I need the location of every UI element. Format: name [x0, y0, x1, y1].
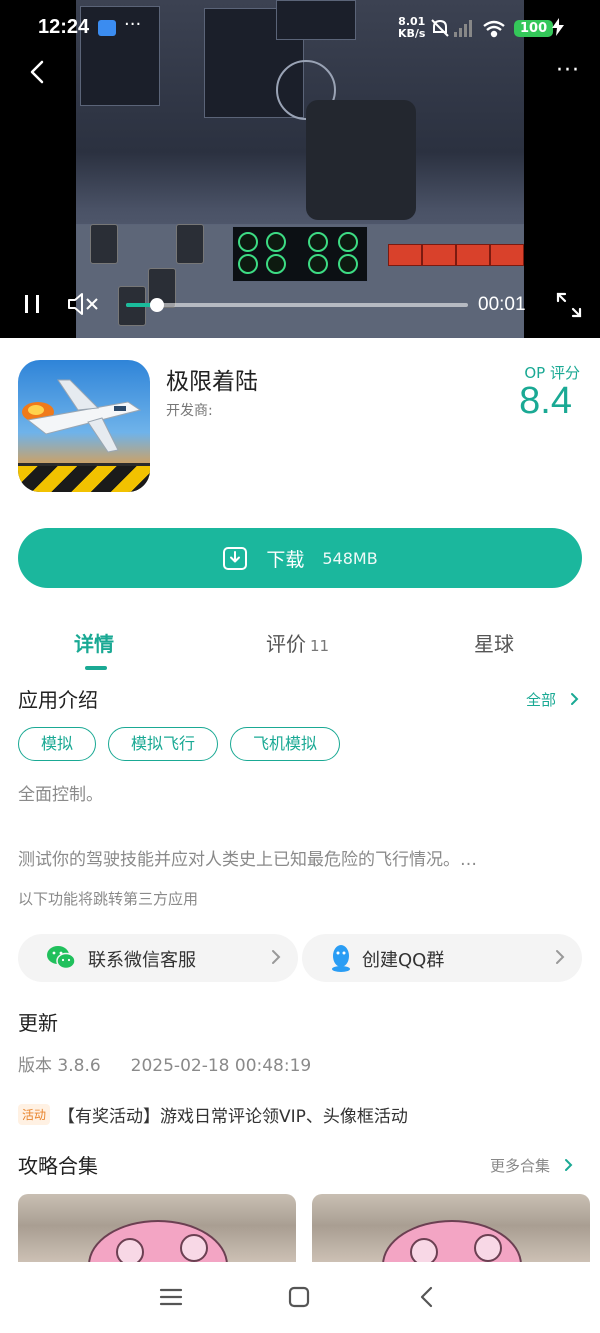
video-controls: 00:01	[0, 284, 600, 324]
chevron-right-icon	[570, 693, 579, 705]
qq-icon	[332, 945, 350, 972]
developer-label: 开发商:	[166, 403, 213, 419]
tab-reviews[interactable]: 评价 11	[266, 628, 329, 657]
wechat-icon	[47, 946, 76, 970]
net-speed-unit: KB/s	[398, 27, 426, 40]
tab-reviews-label: 评价	[266, 632, 306, 656]
download-size: 548MB	[322, 548, 378, 568]
wechat-service-button[interactable]: 联系微信客服	[18, 934, 298, 982]
download-icon	[223, 547, 248, 570]
activity-text: 【有奖活动】游戏日常评论领VIP、头像框活动	[58, 1107, 408, 1127]
guides-title: 攻略合集	[18, 1154, 98, 1178]
qq-group-button[interactable]: 创建QQ群	[302, 934, 582, 982]
chevron-right-icon	[556, 950, 565, 964]
intro-title: 应用介绍	[18, 688, 98, 712]
tab-planet-label: 星球	[474, 632, 514, 656]
center-pedestal	[306, 100, 416, 220]
status-more-dots: ···	[124, 14, 142, 35]
charging-icon	[552, 18, 564, 36]
tag-chip[interactable]: 模拟	[18, 727, 97, 761]
tab-active-indicator	[85, 666, 107, 670]
intro-more-link[interactable]: 全部	[526, 689, 581, 710]
net-speed: 8.01 KB/s	[398, 16, 425, 40]
activity-banner[interactable]: 活动 【有奖活动】游戏日常评论领VIP、头像框活动	[18, 1102, 408, 1127]
wifi-icon	[483, 20, 505, 38]
tag-list: 模拟 模拟飞行 飞机模拟	[18, 727, 352, 761]
back-arrow-icon[interactable]	[24, 56, 52, 88]
tab-details[interactable]: 详情	[74, 628, 114, 657]
guide-card-eye	[180, 1234, 208, 1262]
mail-icon	[98, 20, 116, 36]
download-label: 下载	[266, 548, 305, 571]
engine-fire-1	[388, 244, 422, 266]
status-icons	[431, 19, 505, 38]
update-version: 版本 3.8.6	[18, 1056, 101, 1076]
video-more-button[interactable]: ···	[556, 58, 580, 83]
update-info: 版本 3.8.6 2025-02-18 00:48:19	[18, 1051, 311, 1076]
throttle-lever-4	[176, 224, 204, 264]
battery-indicator: 100	[514, 20, 554, 37]
back-icon[interactable]	[414, 1284, 440, 1310]
activity-badge: 活动	[18, 1104, 51, 1125]
intro-more-label: 全部	[526, 691, 557, 709]
video-progress-bar[interactable]	[126, 298, 468, 312]
video-progress-knob[interactable]	[149, 298, 164, 312]
signal-icon	[454, 20, 472, 37]
update-date: 2025-02-18 00:48:19	[130, 1056, 312, 1076]
guides-more-link[interactable]: 更多合集	[490, 1155, 575, 1176]
chevron-right-icon	[564, 1159, 573, 1171]
throttle-lever-1	[90, 224, 118, 264]
hazard-stripes	[18, 466, 150, 492]
tag-chip[interactable]: 模拟飞行	[108, 727, 219, 761]
airplane-icon	[22, 379, 142, 453]
update-title: 更新	[18, 1011, 58, 1035]
engine-fire-3	[456, 244, 490, 266]
app-icon	[18, 360, 150, 492]
tab-reviews-count: 11	[310, 637, 330, 655]
qq-group-label: 创建QQ群	[362, 950, 445, 971]
menu-icon[interactable]	[158, 1284, 184, 1310]
fullscreen-icon[interactable]	[554, 290, 584, 320]
mute-icon[interactable]	[66, 290, 100, 318]
intro-line-1: 全面控制。	[18, 785, 103, 805]
app-name: 极限着陆	[166, 369, 258, 395]
video-time: 00:01	[478, 294, 526, 315]
guide-card-eye	[474, 1234, 502, 1262]
wechat-service-label: 联系微信客服	[88, 950, 196, 971]
video-player[interactable]: 12:24 ··· 8.01 KB/s 100 ··· 00:01	[0, 0, 600, 338]
engine-fire-2	[422, 244, 456, 266]
mute-bell-icon	[431, 19, 449, 37]
tab-planet[interactable]: 星球	[474, 628, 514, 657]
engine-fire-4	[490, 244, 524, 266]
home-icon[interactable]	[286, 1284, 312, 1310]
third-party-note: 以下功能将跳转第三方应用	[18, 890, 199, 908]
download-button[interactable]: 下载 548MB	[18, 528, 582, 588]
tab-bar: 详情 评价 11 星球	[0, 622, 600, 672]
intro-line-2: 测试你的驾驶技能并应对人类史上已知最危险的飞行情况。…	[18, 850, 477, 870]
status-bar: 12:24 ··· 8.01 KB/s 100	[0, 0, 600, 60]
chevron-right-icon	[272, 950, 281, 964]
tab-details-label: 详情	[74, 632, 114, 656]
status-time: 12:24	[38, 16, 90, 38]
system-nav-bar	[0, 1262, 600, 1333]
guides-more-label: 更多合集	[490, 1157, 551, 1175]
score-value: 8.4	[519, 380, 572, 422]
pause-icon[interactable]	[20, 292, 44, 316]
tag-chip[interactable]: 飞机模拟	[230, 727, 341, 761]
